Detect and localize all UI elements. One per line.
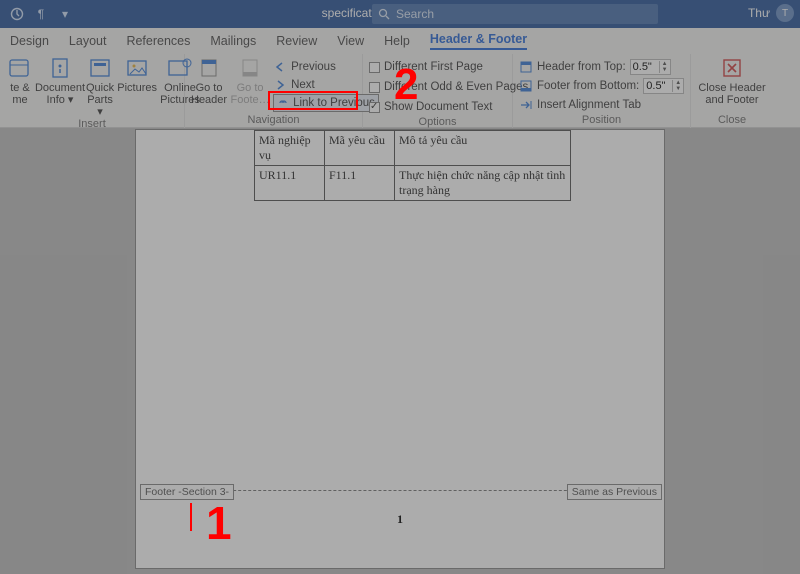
table-cell[interactable]: Thực hiện chức năng cập nhật tình trạng …: [395, 166, 571, 201]
title-bar: ¶ ▾ specification_QTDA(ver1) -… Search T…: [0, 0, 800, 28]
ribbon-tabs: Design Layout References Mailings Review…: [0, 28, 800, 54]
header-top-icon: [519, 60, 533, 74]
group-navigation: Go to Header Go to Foote… Previous Next …: [185, 54, 363, 128]
alignment-tab-icon: [519, 99, 533, 111]
tab-mailings[interactable]: Mailings: [210, 34, 256, 48]
different-odd-even-check[interactable]: Different Odd & Even Pages: [369, 78, 528, 96]
quick-parts-button[interactable]: Quick Parts ▾: [86, 56, 114, 118]
goto-footer-icon: [236, 56, 264, 80]
document-info-icon: [46, 56, 74, 80]
table-cell[interactable]: F11.1: [325, 166, 395, 201]
next-icon: [273, 79, 287, 91]
table-row: Mã nghiệp vụ Mã yêu cầu Mô tả yêu cầu: [255, 131, 571, 166]
header-from-top-row: Header from Top: ▲▼: [519, 58, 684, 76]
header-from-top-input[interactable]: ▲▼: [630, 59, 671, 75]
footer-bottom-icon: [519, 79, 533, 93]
show-document-text-check[interactable]: Show Document Text: [369, 98, 528, 116]
group-close: Close Header and Footer Close: [691, 54, 773, 128]
footer-from-bottom-row: Footer from Bottom: ▲▼: [519, 77, 684, 95]
tab-layout[interactable]: Layout: [69, 34, 107, 48]
search-icon: [378, 8, 390, 20]
search-box[interactable]: Search: [372, 4, 658, 24]
same-as-previous-tag[interactable]: Same as Previous: [567, 484, 662, 500]
different-first-page-check[interactable]: Different First Page: [369, 58, 528, 76]
pilcrow-icon[interactable]: ¶: [32, 5, 50, 23]
annotation-number-2: 2: [394, 60, 418, 110]
date-time-icon: [6, 56, 34, 80]
close-header-footer-button[interactable]: Close Header and Footer: [697, 56, 767, 106]
group-options: Different First Page Different Odd & Eve…: [363, 54, 513, 128]
document-workspace[interactable]: Mã nghiệp vụ Mã yêu cầu Mô tả yêu cầu UR…: [0, 128, 800, 574]
tab-help[interactable]: Help: [384, 34, 410, 48]
avatar[interactable]: T: [776, 4, 794, 22]
goto-header-icon: [195, 56, 223, 80]
insert-alignment-tab-button[interactable]: Insert Alignment Tab: [519, 96, 684, 114]
search-placeholder: Search: [396, 7, 434, 21]
table-cell[interactable]: UR11.1: [255, 166, 325, 201]
footer-from-bottom-input[interactable]: ▲▼: [643, 78, 684, 94]
pictures-icon: [123, 56, 151, 80]
table-header-cell[interactable]: Mã nghiệp vụ: [255, 131, 325, 166]
date-time-button[interactable]: te & me: [6, 56, 34, 106]
tab-references[interactable]: References: [126, 34, 190, 48]
table-header-cell[interactable]: Mã yêu cầu: [325, 131, 395, 166]
group-position: Header from Top: ▲▼ Footer from Bottom: …: [513, 54, 691, 128]
qat-overflow-icon[interactable]: ▾: [56, 5, 74, 23]
group-navigation-label: Navigation: [191, 114, 356, 128]
table-row: UR11.1 F11.1 Thực hiện chức năng cập nhậ…: [255, 166, 571, 201]
close-icon: [718, 56, 746, 80]
group-insert: te & me Document Info ▾ Quick Parts ▾ Pi…: [0, 54, 185, 128]
pictures-button[interactable]: Pictures: [118, 56, 156, 94]
previous-icon: [273, 61, 287, 73]
tab-view[interactable]: View: [337, 34, 364, 48]
user-name[interactable]: Thư: [748, 6, 770, 20]
document-table[interactable]: Mã nghiệp vụ Mã yêu cầu Mô tả yêu cầu UR…: [254, 130, 571, 201]
tab-header-footer[interactable]: Header & Footer: [430, 32, 527, 50]
group-close-label: Close: [697, 114, 767, 128]
goto-footer-button[interactable]: Go to Foote…: [231, 56, 269, 106]
quick-parts-icon: [86, 56, 114, 80]
goto-header-button[interactable]: Go to Header: [191, 56, 227, 106]
document-info-button[interactable]: Document Info ▾: [38, 56, 82, 106]
autosave-icon[interactable]: [8, 5, 26, 23]
annotation-number-1: 1: [206, 496, 232, 550]
annotation-cursor: [190, 503, 192, 531]
group-position-label: Position: [519, 114, 684, 128]
tab-review[interactable]: Review: [276, 34, 317, 48]
link-icon: [277, 97, 289, 109]
table-header-cell[interactable]: Mô tả yêu cầu: [395, 131, 571, 166]
tab-design[interactable]: Design: [10, 34, 49, 48]
